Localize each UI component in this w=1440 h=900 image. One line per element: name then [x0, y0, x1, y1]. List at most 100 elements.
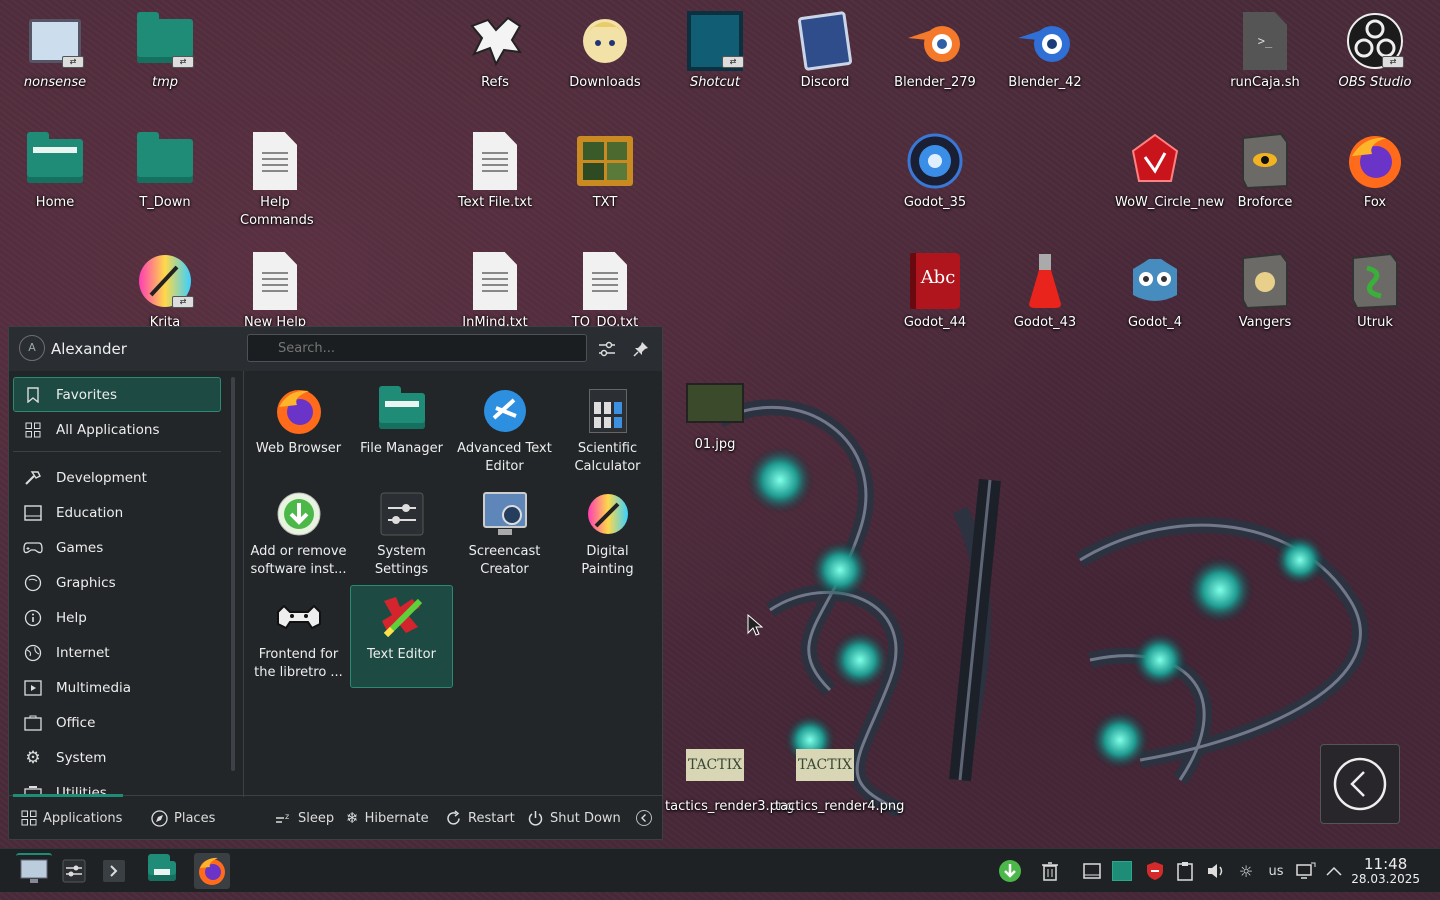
desktop-icon-blender279[interactable]: Blender_279: [887, 10, 983, 92]
desktop-icon-tactics-render4[interactable]: TACTIX tactics_render4.png: [775, 734, 904, 816]
desktop-icon-tactics-render3[interactable]: TACTIX tactics_render3.png: [665, 734, 794, 816]
app-text-editor[interactable]: Text Editor: [350, 585, 453, 688]
desktop-icon-home[interactable]: Home: [7, 130, 103, 212]
desktop-icon-vangers[interactable]: Vangers: [1217, 250, 1313, 332]
launcher-button[interactable]: [16, 853, 52, 889]
sleep-button[interactable]: z Sleep: [274, 806, 334, 830]
hammer-icon: [22, 469, 44, 487]
app-web-browser[interactable]: Web Browser: [247, 379, 350, 482]
desktop-icon-text-file[interactable]: Text File.txt: [447, 130, 543, 212]
desktop-icon-runcaja[interactable]: >_ runCaja.sh: [1217, 10, 1313, 92]
app-screencast-creator[interactable]: Screencast Creator: [453, 482, 556, 585]
tray-security[interactable]: [1143, 859, 1167, 883]
terminal-icon: [103, 860, 125, 882]
app-advanced-text-editor[interactable]: Advanced Text Editor: [453, 379, 556, 482]
monitor-icon: [20, 859, 48, 883]
restart-button[interactable]: Restart: [445, 806, 515, 830]
category-games[interactable]: Games: [13, 530, 221, 565]
desktop-icon-wow-circle[interactable]: WoW_Circle_new: [1107, 130, 1224, 212]
category-office[interactable]: Office: [13, 705, 221, 740]
taskbar-file-manager[interactable]: [144, 853, 180, 889]
chevron-left-icon: [1333, 757, 1387, 811]
avatar[interactable]: A: [19, 335, 45, 361]
tray-clipboard[interactable]: [1173, 859, 1197, 883]
desktop-icon-txt[interactable]: TXT: [557, 130, 653, 212]
desktop-icon-tdown[interactable]: T_Down: [117, 130, 213, 212]
desktop-icon-godot4[interactable]: Godot_4: [1107, 250, 1203, 332]
desktop-icon-godot35[interactable]: Godot_35: [887, 130, 983, 212]
search-input[interactable]: [247, 334, 587, 362]
document-icon: [253, 132, 297, 190]
desktop-icon-01jpg[interactable]: 01.jpg: [667, 372, 763, 454]
category-all-applications[interactable]: All Applications: [13, 412, 221, 447]
launcher-footer: Applications Places z Sleep ❄ Hibernate …: [9, 794, 662, 839]
tray-updates[interactable]: [998, 859, 1022, 883]
discord-icon: [797, 10, 853, 72]
app-scientific-calculator[interactable]: Scientific Calculator: [556, 379, 659, 482]
desktop-icon-godot44[interactable]: Abc Godot_44: [887, 250, 983, 332]
category-education[interactable]: Education: [13, 495, 221, 530]
category-internet[interactable]: Internet: [13, 635, 221, 670]
desktop-icon-discord[interactable]: Discord: [777, 10, 873, 92]
desktop-icon-obs[interactable]: ⇄ OBS Studio: [1327, 10, 1423, 92]
desktop-icon-todo[interactable]: TO_DO.txt: [557, 250, 653, 332]
category-development[interactable]: Development: [13, 460, 221, 495]
desktop-icon-refs[interactable]: Refs: [447, 10, 543, 92]
desktop-icon-fox[interactable]: Fox: [1327, 130, 1423, 212]
image-icon: [686, 383, 744, 423]
category-system[interactable]: ⚙ System: [13, 740, 221, 775]
pin-button[interactable]: [629, 337, 653, 361]
desktop-icon-tmp[interactable]: ⇄ tmp: [117, 10, 213, 92]
desktop-icon-utruk[interactable]: Utruk: [1327, 250, 1423, 332]
tray-clipboard-trash[interactable]: [1038, 859, 1062, 883]
app-add-remove-software[interactable]: Add or remove software inst...: [247, 482, 350, 585]
desktop-icon-blender42[interactable]: Blender_42: [997, 10, 1093, 92]
gear-icon: ⚙: [25, 747, 41, 768]
more-actions-button[interactable]: [635, 806, 659, 830]
tray-volume[interactable]: [1204, 859, 1228, 883]
category-graphics[interactable]: Graphics: [13, 565, 221, 600]
app-retroarch[interactable]: Frontend for the libretro ...: [247, 585, 350, 688]
back-button[interactable]: [1320, 744, 1400, 824]
desktop-icon-nonsense[interactable]: ⇄ nonsense: [7, 10, 103, 92]
tab-applications[interactable]: Applications: [21, 806, 122, 830]
tray-keyboard-layout[interactable]: us: [1264, 859, 1288, 883]
desktop-icon-inmind[interactable]: InMind.txt: [447, 250, 543, 332]
app-file-manager[interactable]: File Manager: [350, 379, 453, 482]
category-help[interactable]: Help: [13, 600, 221, 635]
category-favorites[interactable]: Favorites: [13, 377, 221, 412]
snowflake-icon: ❄: [346, 809, 359, 827]
app-digital-painting[interactable]: Digital Painting: [556, 482, 659, 585]
desktop-icon-new-help[interactable]: New Help: [227, 250, 323, 332]
app-system-settings[interactable]: System Settings: [350, 482, 453, 585]
desktop-icon-shotcut[interactable]: ⇄ Shotcut: [667, 10, 763, 92]
screencast-icon: [482, 492, 527, 535]
taskbar-terminal[interactable]: [96, 853, 132, 889]
digital-clock[interactable]: 11:48 28.03.2025: [1351, 856, 1420, 886]
home-folder-icon: [27, 132, 83, 183]
firefox-icon: [276, 390, 321, 434]
shutdown-button[interactable]: Shut Down: [527, 806, 621, 830]
tray-brightness[interactable]: ☼: [1234, 859, 1258, 883]
hibernate-button[interactable]: ❄ Hibernate: [346, 806, 429, 830]
vangers-icon: [1242, 252, 1288, 310]
sleep-icon: z: [274, 810, 292, 826]
tray-pager[interactable]: [1110, 859, 1134, 883]
firefox-icon: [1349, 136, 1401, 188]
desktop-icon-godot43[interactable]: Godot_43: [997, 250, 1093, 332]
category-multimedia[interactable]: Multimedia: [13, 670, 221, 705]
category-list: Favorites All Applications Development E…: [13, 377, 221, 797]
tray-expand[interactable]: [1322, 859, 1346, 883]
sliders-icon: [599, 341, 615, 357]
tray-show-desktop[interactable]: [1080, 859, 1104, 883]
desktop-icon-krita[interactable]: ⇄ Krita: [117, 250, 213, 332]
taskbar-system-settings[interactable]: [56, 853, 92, 889]
desktop-icon-downloads[interactable]: Downloads: [557, 10, 653, 92]
desktop-icon-help-commands[interactable]: Help Commands: [227, 130, 323, 230]
taskbar-firefox[interactable]: [194, 853, 230, 889]
tray-network[interactable]: [1294, 859, 1318, 883]
tab-places[interactable]: Places: [151, 806, 215, 830]
configure-button[interactable]: [595, 337, 619, 361]
category-scrollbar[interactable]: [231, 377, 235, 771]
desktop-icon-broforce[interactable]: Broforce: [1217, 130, 1313, 212]
